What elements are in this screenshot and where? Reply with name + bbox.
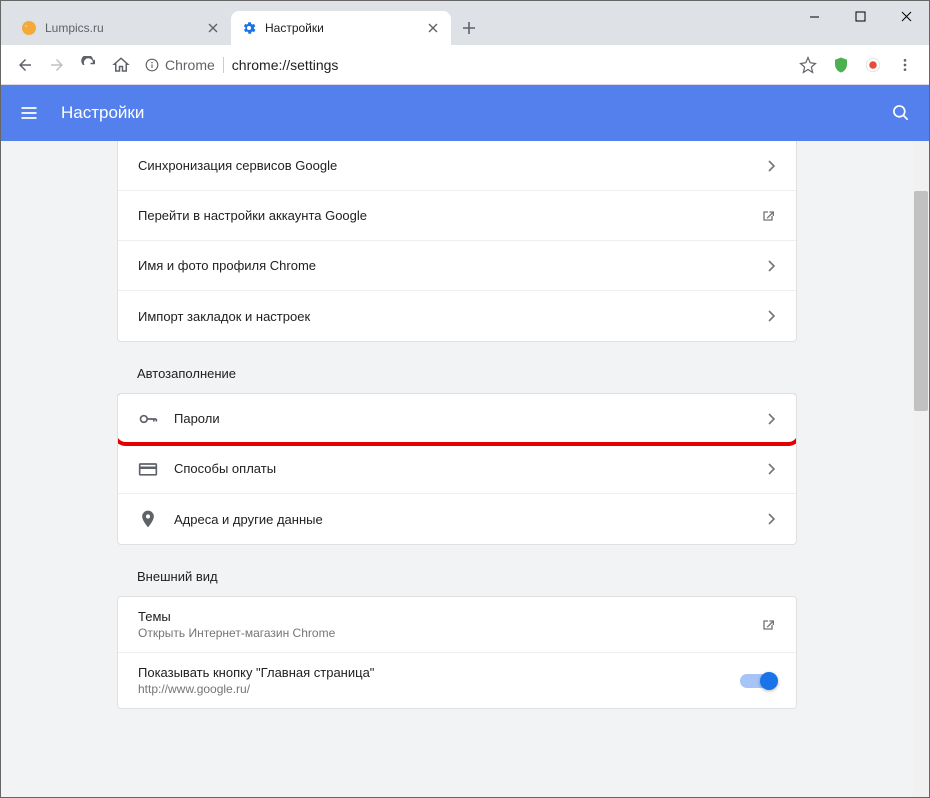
omnibox-prefix: Chrome (165, 57, 215, 73)
tab-lumpics[interactable]: Lumpics.ru (11, 11, 231, 45)
row-label: Перейти в настройки аккаунта Google (138, 208, 367, 223)
close-icon[interactable] (205, 20, 221, 36)
settings-header: Настройки (1, 85, 929, 141)
row-label: Темы (138, 609, 335, 624)
maximize-button[interactable] (837, 1, 883, 31)
row-label: Показывать кнопку "Главная страница" (138, 665, 374, 680)
tab-settings[interactable]: Настройки (231, 11, 451, 45)
row-import[interactable]: Импорт закладок и настроек (118, 291, 796, 341)
row-label: Имя и фото профиля Chrome (138, 258, 316, 273)
chevron-right-icon (768, 463, 776, 475)
back-button[interactable] (9, 49, 41, 81)
reload-button[interactable] (73, 49, 105, 81)
card-icon (138, 459, 158, 479)
row-label: Импорт закладок и настроек (138, 309, 310, 324)
minimize-button[interactable] (791, 1, 837, 31)
tab-label: Lumpics.ru (45, 21, 104, 35)
chevron-right-icon (768, 160, 776, 172)
row-label: Пароли (174, 411, 220, 426)
row-sublabel: Открыть Интернет-магазин Chrome (138, 626, 335, 640)
extension-adblock-icon[interactable] (859, 51, 887, 79)
close-button[interactable] (883, 1, 929, 31)
toggle-home-button[interactable] (740, 674, 776, 688)
row-home-button[interactable]: Показывать кнопку "Главная страница" htt… (118, 653, 796, 708)
window-controls (791, 1, 929, 31)
pin-icon (138, 509, 158, 529)
row-label: Синхронизация сервисов Google (138, 158, 337, 173)
forward-button[interactable] (41, 49, 73, 81)
external-link-icon (760, 208, 776, 224)
site-info[interactable]: Chrome (145, 57, 224, 73)
gear-icon (241, 20, 257, 36)
menu-button[interactable] (891, 51, 919, 79)
chevron-right-icon (768, 260, 776, 272)
page-title: Настройки (61, 103, 144, 123)
appearance-card: Темы Открыть Интернет-магазин Chrome Пок… (117, 596, 797, 709)
omnibox-url: chrome://settings (232, 57, 339, 73)
home-button[interactable] (105, 49, 137, 81)
sync-card: Синхронизация сервисов Google Перейти в … (117, 141, 797, 342)
row-themes[interactable]: Темы Открыть Интернет-магазин Chrome (118, 597, 796, 653)
address-bar[interactable]: Chrome chrome://settings (145, 50, 817, 80)
search-button[interactable] (889, 101, 913, 125)
settings-content: Синхронизация сервисов Google Перейти в … (1, 141, 913, 797)
toolbar: Chrome chrome://settings (1, 45, 929, 85)
row-label: Адреса и другие данные (174, 512, 323, 527)
scrollbar-thumb[interactable] (914, 191, 928, 411)
menu-icon[interactable] (17, 101, 41, 125)
chevron-right-icon (768, 310, 776, 322)
info-icon (145, 58, 159, 72)
external-link-icon (760, 617, 776, 633)
tab-strip: Lumpics.ru Настройки (1, 1, 483, 45)
window-titlebar: Lumpics.ru Настройки (1, 1, 929, 45)
row-sublabel: http://www.google.ru/ (138, 682, 374, 696)
row-label: Способы оплаты (174, 461, 276, 476)
new-tab-button[interactable] (455, 14, 483, 42)
content-area: Синхронизация сервисов Google Перейти в … (1, 141, 929, 797)
section-title-autofill: Автозаполнение (117, 342, 797, 393)
row-google-account[interactable]: Перейти в настройки аккаунта Google (118, 191, 796, 241)
chevron-right-icon (768, 413, 776, 425)
scrollbar[interactable] (913, 141, 929, 797)
tab-label: Настройки (265, 21, 324, 35)
chevron-right-icon (768, 513, 776, 525)
row-passwords[interactable]: Пароли (118, 394, 796, 444)
extension-shield-icon[interactable] (827, 51, 855, 79)
bookmark-star-icon[interactable] (799, 56, 817, 74)
key-icon (138, 409, 158, 429)
row-payment[interactable]: Способы оплаты (118, 444, 796, 494)
autofill-card: Пароли Способы оплаты Адреса и другие да… (117, 393, 797, 545)
tab-favicon-lumpics (21, 20, 37, 36)
row-sync-services[interactable]: Синхронизация сервисов Google (118, 141, 796, 191)
row-profile[interactable]: Имя и фото профиля Chrome (118, 241, 796, 291)
section-title-appearance: Внешний вид (117, 545, 797, 596)
row-addresses[interactable]: Адреса и другие данные (118, 494, 796, 544)
close-icon[interactable] (425, 20, 441, 36)
